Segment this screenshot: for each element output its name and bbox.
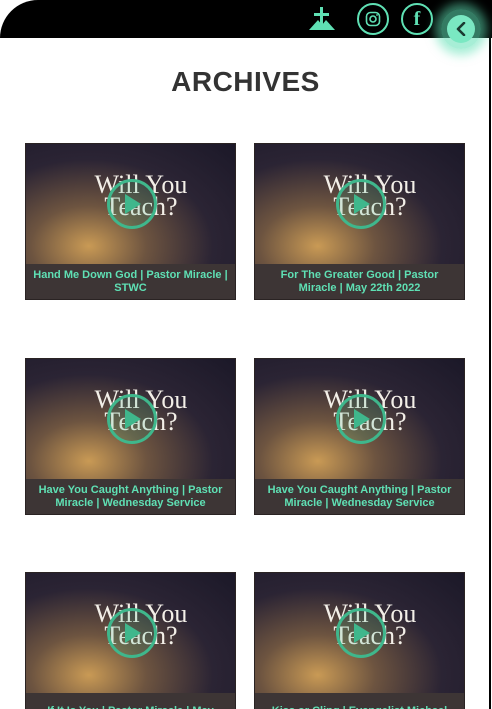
page-title: ARCHIVES (171, 66, 320, 97)
play-icon[interactable] (107, 394, 157, 444)
video-caption[interactable]: Have You Caught Anything | Pastor Miracl… (26, 479, 235, 515)
cross-logo-icon[interactable] (306, 4, 338, 36)
video-thumbnail[interactable]: Will You Teach? (26, 144, 235, 264)
video-thumbnail[interactable]: Will You Teach? (255, 144, 464, 264)
video-caption[interactable]: Have You Caught Anything | Pastor Miracl… (255, 479, 464, 515)
archives-panel: ARCHIVES Will You Teach? Hand Me Down Go… (0, 38, 491, 709)
video-caption[interactable]: For The Greater Good | Pastor Miracle | … (255, 264, 464, 300)
video-card[interactable]: Will You Teach? For The Greater Good | P… (254, 143, 465, 300)
chevron-left-icon (456, 22, 466, 36)
video-card[interactable]: Will You Teach? Kiss or Cling | Evangeli… (254, 572, 465, 709)
play-icon[interactable] (107, 608, 157, 658)
video-thumbnail[interactable]: Will You Teach? (255, 359, 464, 479)
video-card[interactable]: Will You Teach? If It Is You | Pastor Mi… (25, 572, 236, 709)
play-icon[interactable] (336, 179, 386, 229)
video-card[interactable]: Will You Teach? Hand Me Down God | Pasto… (25, 143, 236, 300)
video-thumbnail[interactable]: Will You Teach? (255, 573, 464, 693)
top-bar: f (0, 0, 492, 38)
video-card[interactable]: Will You Teach? Have You Caught Anything… (25, 358, 236, 515)
instagram-icon[interactable] (357, 3, 389, 35)
play-icon[interactable] (336, 394, 386, 444)
facebook-icon[interactable]: f (401, 3, 433, 35)
video-thumbnail[interactable]: Will You Teach? (26, 573, 235, 693)
video-caption[interactable]: If It Is You | Pastor Miracle | May (26, 693, 235, 709)
play-icon[interactable] (336, 608, 386, 658)
play-icon[interactable] (107, 179, 157, 229)
facebook-glyph: f (413, 8, 421, 30)
video-thumbnail[interactable]: Will You Teach? (26, 359, 235, 479)
back-button[interactable] (447, 15, 475, 43)
video-card[interactable]: Will You Teach? Have You Caught Anything… (254, 358, 465, 515)
video-caption[interactable]: Kiss or Cling | Evangelist Michael (255, 693, 464, 709)
video-caption[interactable]: Hand Me Down God | Pastor Miracle | STWC (26, 264, 235, 300)
